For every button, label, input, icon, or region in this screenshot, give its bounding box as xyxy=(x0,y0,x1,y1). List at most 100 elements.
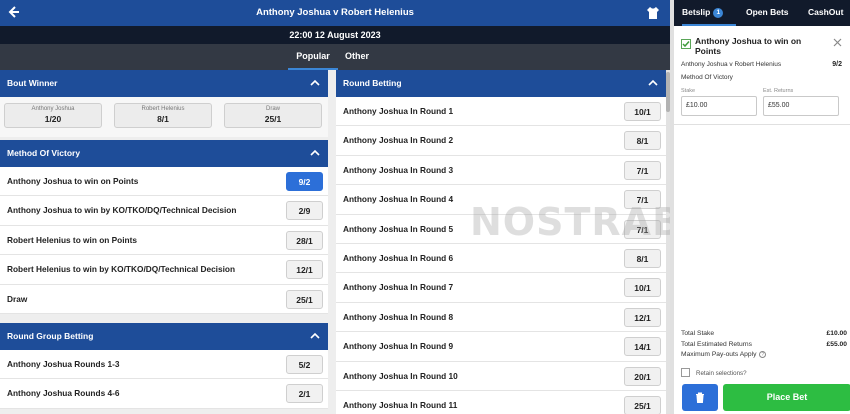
betslip-count-badge: 1 xyxy=(713,8,724,18)
market-row: Anthony Joshua In Round 9 14/1 xyxy=(336,332,666,362)
bout-winner-header[interactable]: Bout Winner xyxy=(0,70,328,97)
tab-other[interactable]: Other xyxy=(340,44,374,70)
odds-button[interactable]: 10/1 xyxy=(624,102,661,121)
selection-odds: 8/1 xyxy=(157,114,169,124)
selection-label: Anthony Joshua In Round 10 xyxy=(343,370,458,381)
odds-button[interactable]: 14/1 xyxy=(624,337,661,357)
odds-button[interactable]: 2/9 xyxy=(286,201,323,221)
market-row: Anthony Joshua to win by KO/TKO/DQ/Techn… xyxy=(0,196,328,226)
bout-winner-title: Bout Winner xyxy=(7,78,58,88)
selection-name: Anthony Joshua xyxy=(31,106,75,112)
bet-odds: 9/2 xyxy=(832,61,842,68)
retain-label: Retain selections? xyxy=(696,370,747,377)
selection-label: Anthony Joshua In Round 2 xyxy=(343,135,454,146)
market-row: Anthony Joshua Rounds 4-6 2/1 xyxy=(0,379,328,409)
selection-name: Draw xyxy=(265,106,280,112)
market-row: Anthony Joshua In Round 7 10/1 xyxy=(336,273,666,303)
selection-name: Robert Helenius xyxy=(141,106,185,112)
round-group-betting-header[interactable]: Round Group Betting xyxy=(0,322,328,350)
odds-button[interactable]: 2/1 xyxy=(286,384,323,404)
bout-winner-option[interactable]: Draw 25/1 xyxy=(224,103,322,128)
method-of-victory-header[interactable]: Method Of Victory xyxy=(0,140,328,167)
chevron-up-icon[interactable] xyxy=(648,78,658,88)
market-row: Anthony Joshua In Round 2 8/1 xyxy=(336,126,666,156)
odds-button[interactable]: 20/1 xyxy=(624,366,661,386)
delete-bets-button[interactable] xyxy=(682,384,718,411)
odds-button[interactable]: 28/1 xyxy=(286,230,323,250)
chevron-up-icon[interactable] xyxy=(310,331,320,341)
market-row: Draw 25/1 xyxy=(0,284,328,314)
selection-label: Robert Helenius to win by KO/TKO/DQ/Tech… xyxy=(7,264,236,275)
selection-label: Anthony Joshua In Round 4 xyxy=(343,194,454,205)
market-row: Robert Helenius to win by KO/TKO/DQ/Tech… xyxy=(0,255,328,285)
chevron-up-icon[interactable] xyxy=(310,148,320,158)
est-returns-label: Est. Returns xyxy=(763,88,794,94)
total-stake-row: Total Stake £10.00 xyxy=(674,330,850,341)
stake-label: Stake xyxy=(681,88,696,94)
tab-popular[interactable]: Popular xyxy=(288,44,338,70)
market-row: Anthony Joshua In Round 8 12/1 xyxy=(336,302,666,333)
selection-label: Anthony Joshua to win on Points xyxy=(7,176,139,186)
selection-label: Anthony Joshua Rounds 1-3 xyxy=(7,358,120,369)
selection-label: Anthony Joshua In Round 8 xyxy=(343,311,454,322)
stake-input[interactable]: £10.00 xyxy=(681,96,757,116)
selection-label: Anthony Joshua to win by KO/TKO/DQ/Techn… xyxy=(7,205,237,216)
close-icon[interactable] xyxy=(833,38,842,47)
total-stake-value: £10.00 xyxy=(826,330,847,337)
odds-button[interactable]: 25/1 xyxy=(286,289,323,309)
odds-button[interactable]: 8/1 xyxy=(624,248,661,268)
app-root: Anthony Joshua v Robert Helenius 22:00 1… xyxy=(0,0,850,414)
bet-selection: Anthony Joshua to win on Points xyxy=(695,36,802,56)
bout-winner-option[interactable]: Robert Helenius 8/1 xyxy=(114,103,212,128)
odds-button[interactable]: 9/2 xyxy=(286,172,323,191)
retain-checkbox[interactable] xyxy=(681,368,690,377)
event-datetime: 22:00 12 August 2023 xyxy=(0,26,670,44)
chevron-up-icon[interactable] xyxy=(310,78,320,88)
bet-event: Anthony Joshua v Robert Helenius xyxy=(681,61,782,68)
round-group-betting-title: Round Group Betting xyxy=(7,330,94,341)
odds-button[interactable]: 12/1 xyxy=(624,307,661,327)
event-header: Anthony Joshua v Robert Helenius xyxy=(0,0,670,26)
max-payout-text: Maximum Pay-outs Apply ? xyxy=(681,351,767,358)
bet-selected-checkbox[interactable] xyxy=(681,39,691,49)
retain-selections[interactable]: Retain selections? xyxy=(681,368,747,377)
round-betting-header[interactable]: Round Betting xyxy=(336,70,666,97)
selection-label: Robert Helenius to win on Points xyxy=(7,234,137,245)
selection-label: Anthony Joshua In Round 9 xyxy=(343,341,454,352)
odds-button[interactable]: 25/1 xyxy=(624,395,661,414)
total-stake-label: Total Stake xyxy=(681,330,715,337)
odds-button[interactable]: 7/1 xyxy=(624,160,661,180)
selection-label: Anthony Joshua In Round 1 xyxy=(343,106,454,116)
info-icon[interactable]: ? xyxy=(759,351,767,358)
selection-label: Anthony Joshua In Round 3 xyxy=(343,164,454,175)
market-row: Anthony Joshua In Round 3 7/1 xyxy=(336,155,666,186)
watermark-logo: NOSTRABET xyxy=(470,200,670,244)
tab-betslip-label: Betslip xyxy=(682,7,711,17)
max-payout-row: Maximum Pay-outs Apply ? xyxy=(674,351,850,362)
bet-card: Anthony Joshua to win on Points Anthony … xyxy=(674,30,850,125)
round-betting-title: Round Betting xyxy=(343,78,402,88)
market-row: Anthony Joshua Rounds 1-3 5/2 xyxy=(0,349,328,380)
place-bet-button[interactable]: Place Bet xyxy=(723,384,850,411)
market-tabs: Popular Other xyxy=(0,44,670,70)
betslip-totals: Total Stake £10.00 Total Estimated Retur… xyxy=(674,330,850,362)
odds-button[interactable]: 10/1 xyxy=(624,278,661,298)
tab-cashout[interactable]: CashOut xyxy=(808,0,843,26)
odds-button[interactable]: 5/2 xyxy=(286,354,323,374)
bout-winner-option[interactable]: Anthony Joshua 1/20 xyxy=(4,103,102,128)
total-returns-row: Total Estimated Returns £55.00 xyxy=(674,341,850,352)
betslip-tabs: Betslip 1 Open Bets CashOut xyxy=(674,0,850,26)
selection-label: Anthony Joshua In Round 11 xyxy=(343,399,458,410)
tab-open-bets[interactable]: Open Bets xyxy=(746,0,789,26)
odds-button[interactable]: 8/1 xyxy=(624,131,661,151)
kit-icon[interactable] xyxy=(646,6,660,20)
check-icon xyxy=(682,41,690,48)
market-row: Robert Helenius to win on Points 28/1 xyxy=(0,225,328,256)
market-row: Anthony Joshua In Round 1 10/1 xyxy=(336,97,666,127)
market-row: Anthony Joshua In Round 10 20/1 xyxy=(336,361,666,391)
tab-betslip[interactable]: Betslip 1 xyxy=(682,0,736,26)
event-title: Anthony Joshua v Robert Helenius xyxy=(256,7,414,18)
selection-label: Anthony Joshua Rounds 4-6 xyxy=(7,388,120,399)
method-of-victory-title: Method Of Victory xyxy=(7,148,81,158)
odds-button[interactable]: 12/1 xyxy=(286,260,323,280)
